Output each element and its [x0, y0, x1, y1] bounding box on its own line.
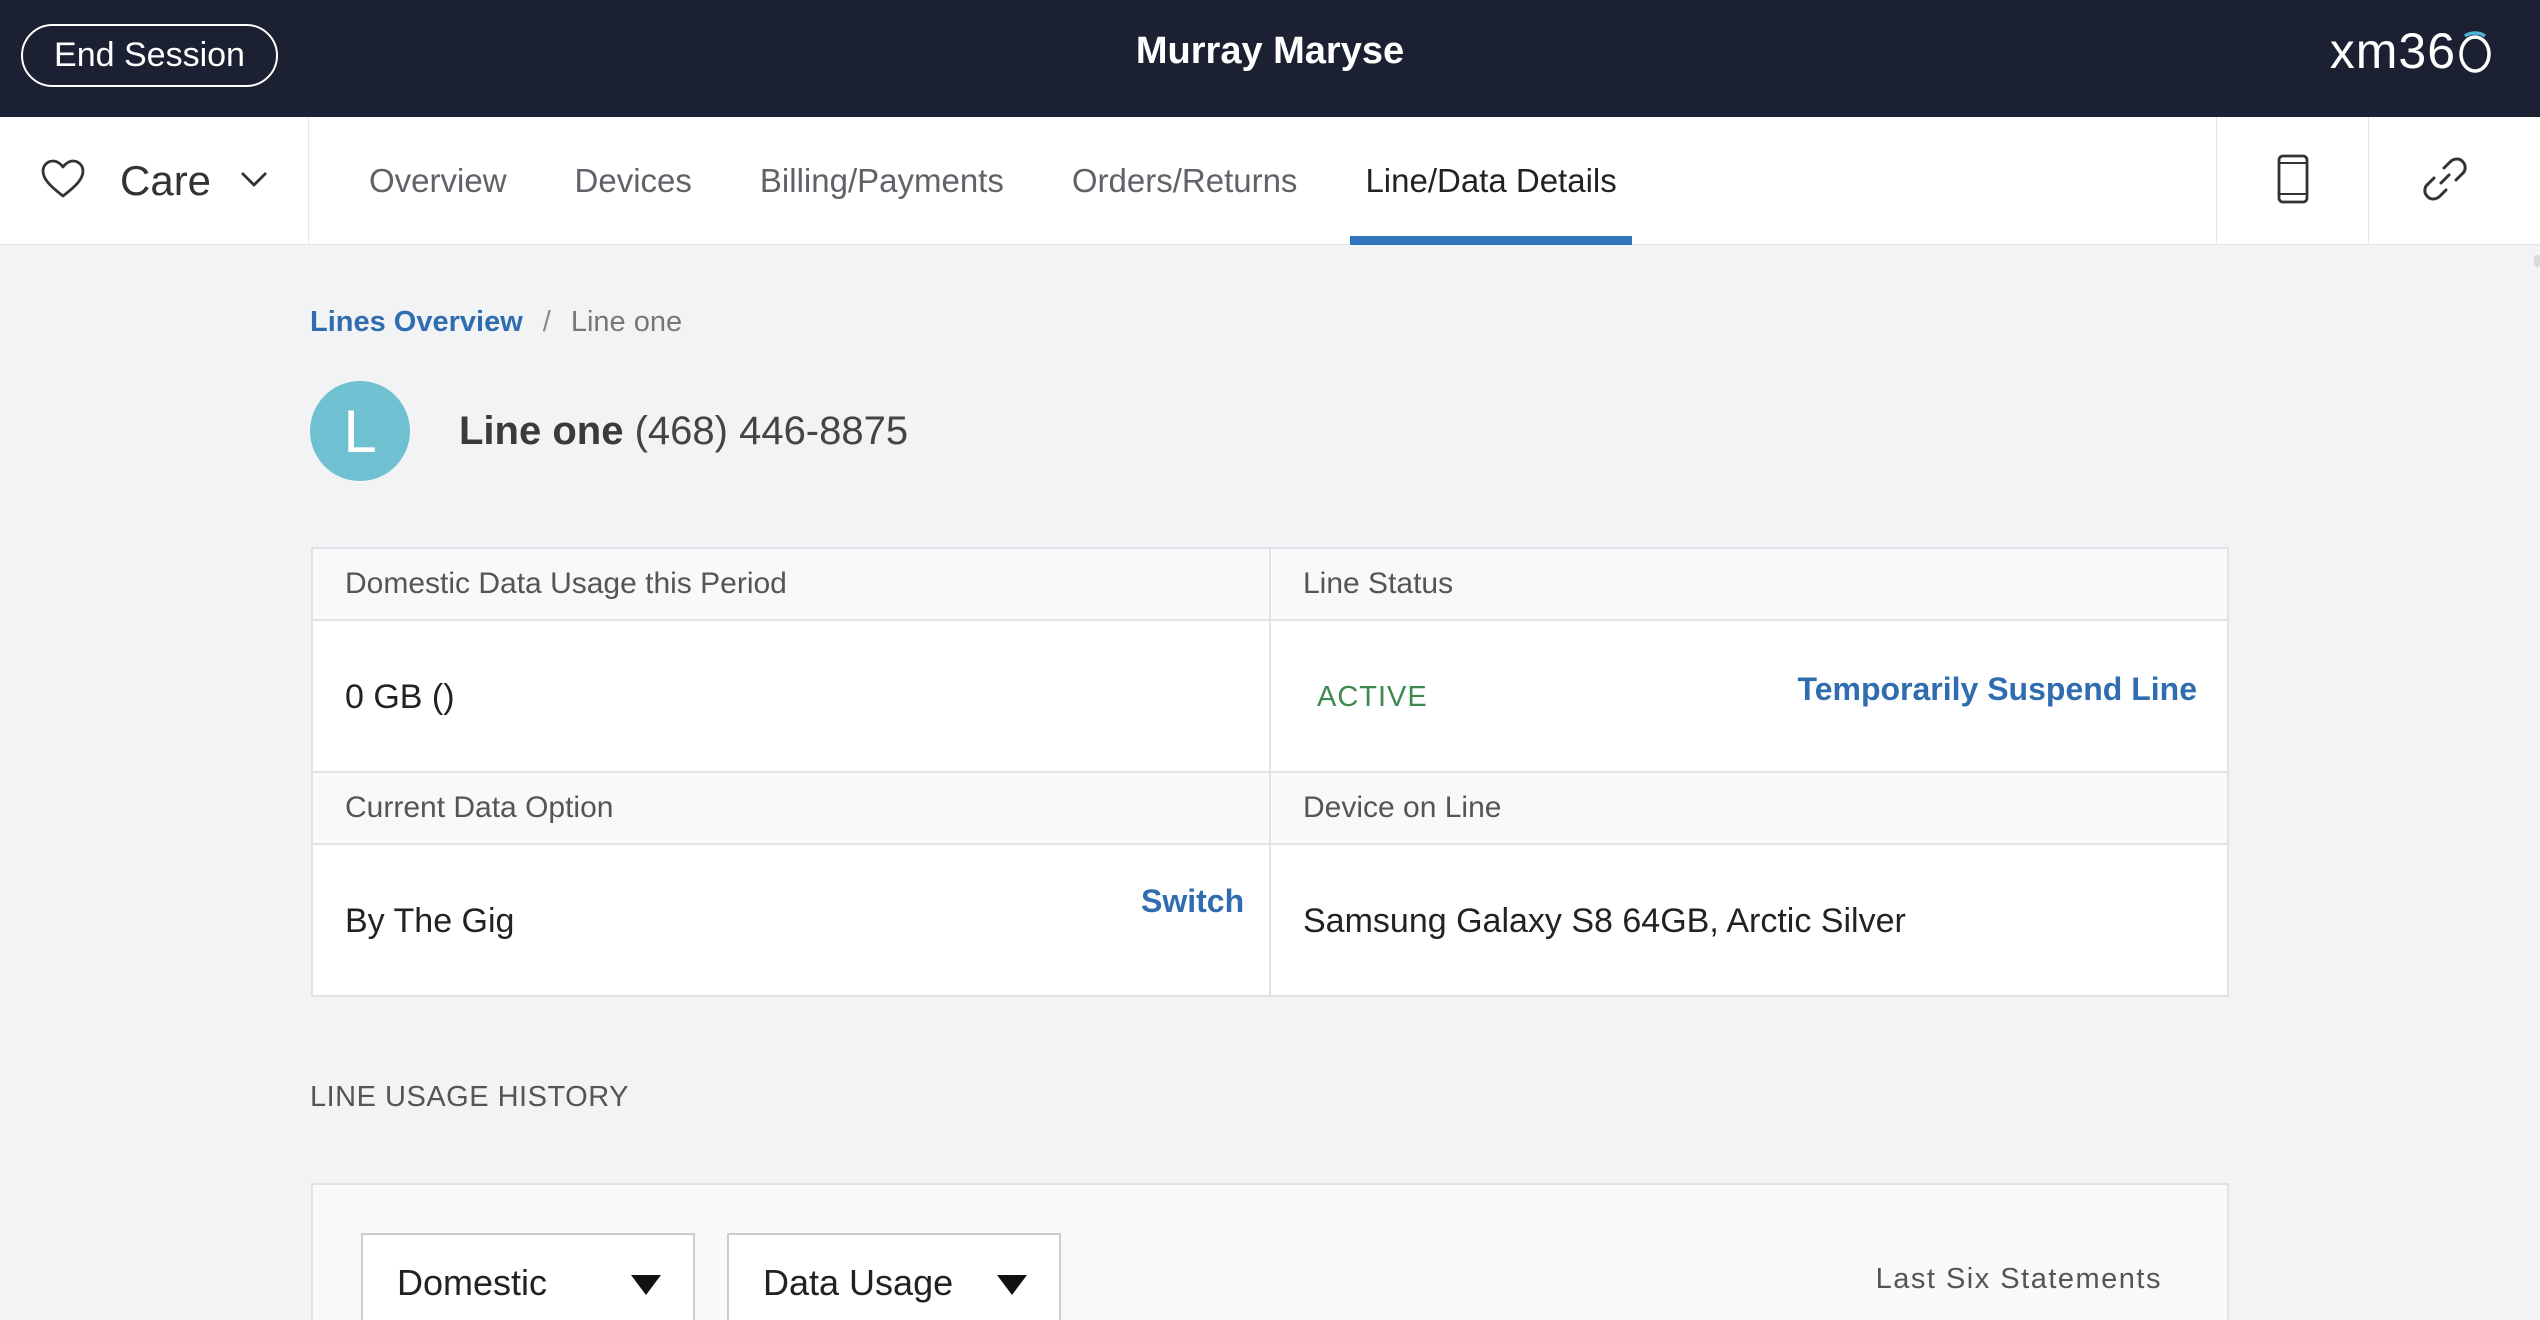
tab-overview[interactable]: Overview	[309, 117, 541, 245]
nav-bar: Care Overview Devices Billing/Payments O…	[0, 117, 2540, 245]
statements-period-label: Last Six Statements	[1875, 1263, 2162, 1295]
usage-history-panel: Domestic Data Usage Last Six Statements	[311, 1183, 2229, 1320]
breadcrumb: Lines Overview / Line one	[310, 306, 682, 339]
tab-orders-returns[interactable]: Orders/Returns	[1038, 117, 1332, 245]
device-label: Device on Line	[1271, 773, 2227, 845]
brand-logo: xm36	[2330, 16, 2492, 86]
data-option-value: By The Gig	[345, 901, 515, 940]
data-usage-label: Domestic Data Usage this Period	[313, 549, 1269, 621]
device-value: Samsung Galaxy S8 64GB, Arctic Silver	[1303, 901, 1906, 940]
status-badge: ACTIVE	[1317, 680, 1428, 713]
data-option-label: Current Data Option	[313, 773, 1269, 845]
power-o-icon	[2458, 28, 2492, 74]
breadcrumb-lines-overview[interactable]: Lines Overview	[310, 306, 523, 339]
care-menu[interactable]: Care	[0, 117, 309, 245]
avatar: L	[310, 381, 410, 481]
tab-line-data-details[interactable]: Line/Data Details	[1331, 117, 1650, 245]
heart-icon	[40, 158, 86, 205]
breadcrumb-separator: /	[542, 306, 551, 338]
device-button[interactable]	[2216, 117, 2368, 245]
line-name: Line one	[459, 408, 624, 453]
usage-type-select[interactable]: Data Usage	[727, 1233, 1061, 1320]
care-label: Care	[120, 157, 212, 204]
dropdown-arrow-icon	[631, 1275, 661, 1295]
page-title: Line one (468) 446-8875	[459, 409, 908, 454]
region-select-value: Domestic	[397, 1262, 548, 1303]
line-status-label: Line Status	[1271, 549, 2227, 621]
customer-name: Murray Maryse	[1135, 30, 1405, 72]
chevron-down-icon	[239, 170, 269, 193]
line-info-grid: Domestic Data Usage this Period Line Sta…	[311, 547, 2229, 997]
data-usage-value: 0 GB ()	[345, 677, 455, 716]
phone-icon	[2277, 154, 2309, 209]
suspend-line-link[interactable]: Temporarily Suspend Line	[1798, 671, 2197, 708]
dropdown-arrow-icon	[997, 1275, 1027, 1295]
link-icon	[2420, 154, 2470, 209]
link-button[interactable]	[2368, 117, 2520, 245]
brand-text: xm36	[2329, 23, 2456, 79]
breadcrumb-current: Line one	[570, 306, 683, 338]
usage-history-title: LINE USAGE HISTORY	[310, 1081, 629, 1113]
scrollbar[interactable]	[2534, 255, 2540, 267]
line-phone: (468) 446-8875	[634, 408, 909, 453]
tab-billing-payments[interactable]: Billing/Payments	[726, 117, 1038, 245]
switch-data-option-link[interactable]: Switch	[1141, 883, 1244, 920]
region-select[interactable]: Domestic	[361, 1233, 695, 1320]
line-header: L Line one (468) 446-8875	[310, 381, 908, 481]
top-bar: End Session Murray Maryse xm36	[0, 0, 2540, 117]
tab-devices[interactable]: Devices	[541, 117, 726, 245]
tab-bar: Overview Devices Billing/Payments Orders…	[309, 117, 1651, 245]
usage-type-select-value: Data Usage	[763, 1262, 954, 1303]
column-divider	[1269, 549, 1271, 995]
